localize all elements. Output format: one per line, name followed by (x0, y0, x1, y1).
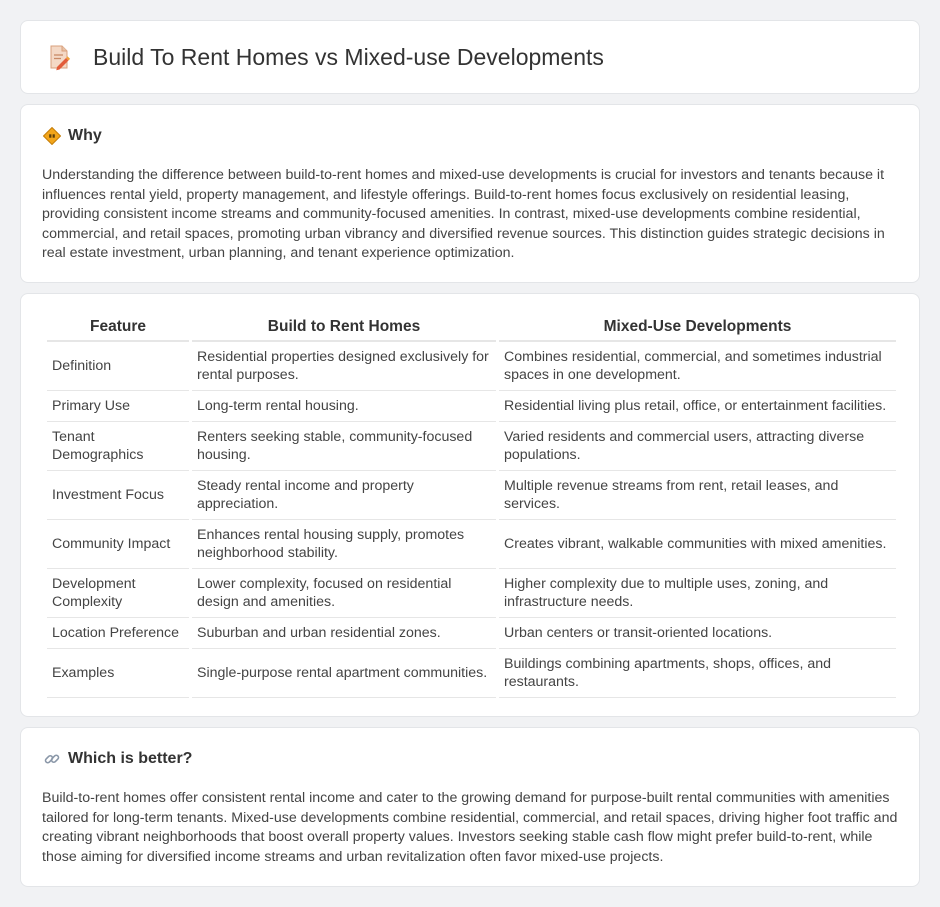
link-icon (43, 750, 61, 768)
row-build-to-rent-cell: Lower complexity, focused on residential… (192, 569, 496, 618)
row-build-to-rent-cell: Renters seeking stable, community-focuse… (192, 422, 496, 471)
row-mixed-use-cell: Urban centers or transit-oriented locati… (499, 618, 896, 649)
row-feature-cell: Investment Focus (47, 471, 189, 520)
table-row: Definition Residential properties design… (47, 342, 896, 391)
row-feature-cell: Definition (47, 342, 189, 391)
road-sign-icon (42, 126, 62, 146)
column-header-feature: Feature (47, 316, 189, 342)
row-mixed-use-cell: Higher complexity due to multiple uses, … (499, 569, 896, 618)
row-build-to-rent-cell: Steady rental income and property apprec… (192, 471, 496, 520)
why-paragraph: Understanding the difference between bui… (42, 167, 885, 261)
row-mixed-use-cell: Combines residential, commercial, and so… (499, 342, 896, 391)
row-mixed-use-cell: Buildings combining apartments, shops, o… (499, 649, 896, 698)
comparison-table: Feature Build to Rent Homes Mixed-Use De… (44, 316, 899, 698)
row-build-to-rent-cell: Single-purpose rental apartment communit… (192, 649, 496, 698)
row-mixed-use-cell: Varied residents and commercial users, a… (499, 422, 896, 471)
row-feature-cell: Examples (47, 649, 189, 698)
table-row: Location Preference Suburban and urban r… (47, 618, 896, 649)
row-mixed-use-cell: Residential living plus retail, office, … (499, 391, 896, 422)
table-row: Community Impact Enhances rental housing… (47, 520, 896, 569)
why-section: Why Understanding the difference between… (20, 104, 920, 283)
row-feature-cell: Primary Use (47, 391, 189, 422)
which-is-better-paragraph: Build-to-rent homes offer consistent ren… (42, 790, 898, 865)
which-is-better-section: Which is better? Build-to-rent homes off… (20, 727, 920, 887)
column-header-mixed-use: Mixed-Use Developments (499, 316, 896, 342)
row-build-to-rent-cell: Long-term rental housing. (192, 391, 496, 422)
title-card: Build To Rent Homes vs Mixed-use Develop… (20, 20, 920, 94)
row-build-to-rent-cell: Residential properties designed exclusiv… (192, 342, 496, 391)
comparison-table-card: Feature Build to Rent Homes Mixed-Use De… (20, 293, 920, 717)
which-is-better-heading: Which is better? (68, 750, 193, 767)
table-row: Examples Single-purpose rental apartment… (47, 649, 896, 698)
table-row: Development Complexity Lower complexity,… (47, 569, 896, 618)
row-mixed-use-cell: Creates vibrant, walkable communities wi… (499, 520, 896, 569)
document-pencil-icon (47, 43, 71, 71)
row-feature-cell: Community Impact (47, 520, 189, 569)
why-heading: Why (68, 127, 102, 144)
page-title: Build To Rent Homes vs Mixed-use Develop… (93, 43, 604, 70)
table-row: Tenant Demographics Renters seeking stab… (47, 422, 896, 471)
row-mixed-use-cell: Multiple revenue streams from rent, reta… (499, 471, 896, 520)
table-row: Primary Use Long-term rental housing. Re… (47, 391, 896, 422)
table-header-row: Feature Build to Rent Homes Mixed-Use De… (47, 316, 896, 342)
row-build-to-rent-cell: Suburban and urban residential zones. (192, 618, 496, 649)
table-row: Investment Focus Steady rental income an… (47, 471, 896, 520)
column-header-build-to-rent: Build to Rent Homes (192, 316, 496, 342)
row-feature-cell: Development Complexity (47, 569, 189, 618)
row-feature-cell: Location Preference (47, 618, 189, 649)
row-build-to-rent-cell: Enhances rental housing supply, promotes… (192, 520, 496, 569)
row-feature-cell: Tenant Demographics (47, 422, 189, 471)
